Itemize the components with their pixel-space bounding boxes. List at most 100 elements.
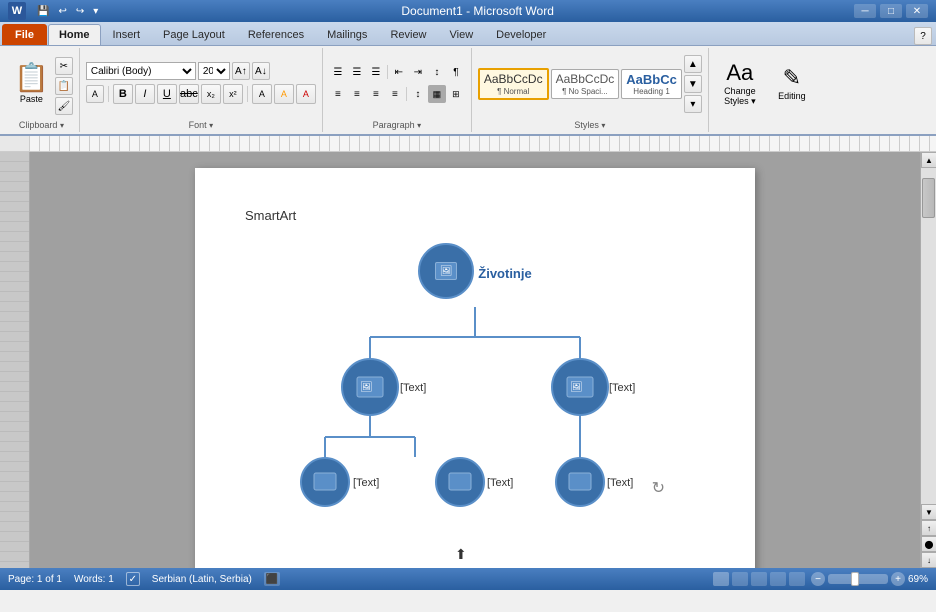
text-effects-button[interactable]: A xyxy=(252,84,272,104)
style-no-spacing[interactable]: AaBbCcDc ¶ No Spaci... xyxy=(551,69,620,98)
highlight-button[interactable]: A xyxy=(274,84,294,104)
decrease-indent-button[interactable]: ⇤ xyxy=(390,63,408,81)
tab-mailings[interactable]: Mailings xyxy=(316,24,378,45)
print-layout-button[interactable] xyxy=(713,572,729,586)
editing-button[interactable]: ✎ Editing xyxy=(769,64,815,104)
align-left-button[interactable]: ≡ xyxy=(329,85,347,103)
zoom-slider[interactable] xyxy=(828,574,888,584)
style-no-spacing-preview: AaBbCcDc xyxy=(556,72,615,86)
rotation-handle[interactable]: ↻ xyxy=(652,478,665,498)
tab-insert[interactable]: Insert xyxy=(102,24,152,45)
align-center-button[interactable]: ≡ xyxy=(348,85,366,103)
increase-indent-button[interactable]: ⇥ xyxy=(409,63,427,81)
style-normal-label: ¶ Normal xyxy=(484,87,543,96)
numbering-button[interactable]: ☰ xyxy=(348,63,366,81)
tab-review[interactable]: Review xyxy=(379,24,437,45)
font-color-button[interactable]: A xyxy=(296,84,316,104)
style-heading1-preview: AaBbCc xyxy=(626,72,677,88)
styles-scroll-up[interactable]: ▲ xyxy=(684,55,702,73)
scroll-track[interactable] xyxy=(921,168,936,504)
tab-home[interactable]: Home xyxy=(48,24,101,45)
editing-group-label xyxy=(764,118,767,130)
close-button[interactable]: ✕ xyxy=(906,4,928,18)
para-align-row: ≡ ≡ ≡ ≡ ↕ ▦ ⊞ xyxy=(329,85,465,103)
ribbon-help[interactable]: ? xyxy=(914,27,932,45)
qat-dropdown[interactable]: ▾ xyxy=(90,5,101,18)
root-node[interactable]: 🖼 Životinje xyxy=(418,243,531,299)
title-bar: W 💾 ↩ ↪ ▾ Document1 - Microsoft Word ─ □… xyxy=(0,0,936,22)
qat-undo[interactable]: ↩ xyxy=(55,5,69,18)
tab-view[interactable]: View xyxy=(439,24,485,45)
document: SmartArt 🖼 Životinje xyxy=(195,168,755,568)
format-painter-button[interactable]: 🖌 xyxy=(55,97,73,115)
zoom-in-button[interactable]: + xyxy=(891,572,905,586)
draft-button[interactable] xyxy=(789,572,805,586)
justify-button[interactable]: ≡ xyxy=(386,85,404,103)
style-normal[interactable]: AaBbCcDc ¶ Normal xyxy=(478,68,549,99)
styles-scroll-down[interactable]: ▼ xyxy=(684,75,702,93)
smartart-label: SmartArt xyxy=(245,208,705,223)
window-controls: ─ □ ✕ xyxy=(854,4,928,18)
web-layout-button[interactable] xyxy=(751,572,767,586)
tab-page-layout[interactable]: Page Layout xyxy=(152,24,236,45)
sort-button[interactable]: ↕ xyxy=(428,63,446,81)
bold-button[interactable]: B xyxy=(113,84,133,104)
scroll-down-button[interactable]: ▼ xyxy=(921,504,936,520)
paragraph-group: ☰ ☰ ☰ ⇤ ⇥ ↕ ¶ ≡ ≡ ≡ ≡ ↕ ▦ ⊞ xyxy=(323,48,472,132)
change-styles-button[interactable]: Aa ChangeStyles ▾ xyxy=(715,59,765,110)
scroll-thumb[interactable] xyxy=(922,178,935,218)
tab-developer[interactable]: Developer xyxy=(485,24,557,45)
font-label: Font ▾ xyxy=(189,118,214,130)
proofing-button[interactable]: ✓ xyxy=(126,572,140,586)
bullets-button[interactable]: ☰ xyxy=(329,63,347,81)
root-node-content: 🖼 Životinje xyxy=(418,243,531,299)
underline-button[interactable]: U xyxy=(157,84,177,104)
shading-button[interactable]: ▦ xyxy=(428,85,446,103)
paragraph-label: Paragraph ▾ xyxy=(373,118,422,130)
multilevel-button[interactable]: ☰ xyxy=(367,63,385,81)
root-img-icon: 🖼 xyxy=(435,262,457,280)
left-ruler-panel xyxy=(0,152,30,568)
font-family-select[interactable]: Calibri (Body) xyxy=(86,62,196,80)
status-right: − + 69% xyxy=(713,572,928,586)
zoom-out-button[interactable]: − xyxy=(811,572,825,586)
smartart-svg: 🖼 [Text] 🖼 [Text] [Text] xyxy=(265,307,685,507)
styles-more[interactable]: ▾ xyxy=(684,95,702,113)
italic-button[interactable]: I xyxy=(135,84,155,104)
strikethrough-button[interactable]: abc xyxy=(179,84,199,104)
cut-button[interactable]: ✂ xyxy=(55,57,73,75)
view-buttons xyxy=(713,572,805,586)
copy-button[interactable]: 📋 xyxy=(55,77,73,95)
superscript-button[interactable]: x² xyxy=(223,84,243,104)
outline-button[interactable] xyxy=(770,572,786,586)
align-right-button[interactable]: ≡ xyxy=(367,85,385,103)
clear-format-button[interactable]: A xyxy=(86,85,104,103)
decrease-font-button[interactable]: A↓ xyxy=(252,62,270,80)
word-logo: W xyxy=(8,2,26,20)
change-styles-icon: Aa xyxy=(726,62,753,84)
tab-file[interactable]: File xyxy=(2,24,47,45)
maximize-button[interactable]: □ xyxy=(880,4,902,18)
show-formatting-button[interactable]: ¶ xyxy=(447,63,465,81)
subscript-button[interactable]: x₂ xyxy=(201,84,221,104)
increase-font-button[interactable]: A↑ xyxy=(232,62,250,80)
para-list-row: ☰ ☰ ☰ ⇤ ⇥ ↕ ¶ xyxy=(329,63,465,81)
paste-button[interactable]: 📋 Paste xyxy=(10,61,53,107)
minimize-button[interactable]: ─ xyxy=(854,4,876,18)
scroll-up-button[interactable]: ▲ xyxy=(921,152,936,168)
status-left: Page: 1 of 1 Words: 1 ✓ Serbian (Latin, … xyxy=(8,572,280,586)
prev-page-button[interactable]: ↑ xyxy=(921,520,936,536)
qat-redo[interactable]: ↪ xyxy=(73,5,87,18)
line-spacing-button[interactable]: ↕ xyxy=(409,85,427,103)
tab-references[interactable]: References xyxy=(237,24,315,45)
qat-save[interactable]: 💾 xyxy=(34,5,52,18)
select-browse-button[interactable]: ⬤ xyxy=(921,536,936,552)
macro-button[interactable]: ⬛ xyxy=(264,572,280,586)
font-size-select[interactable]: 20 xyxy=(198,62,230,80)
zoom-value: 69% xyxy=(908,574,928,585)
next-page-button[interactable]: ↓ xyxy=(921,552,936,568)
style-heading1[interactable]: AaBbCc Heading 1 xyxy=(621,69,682,100)
borders-button[interactable]: ⊞ xyxy=(447,85,465,103)
change-styles-label: ChangeStyles ▾ xyxy=(724,86,756,107)
full-reading-button[interactable] xyxy=(732,572,748,586)
